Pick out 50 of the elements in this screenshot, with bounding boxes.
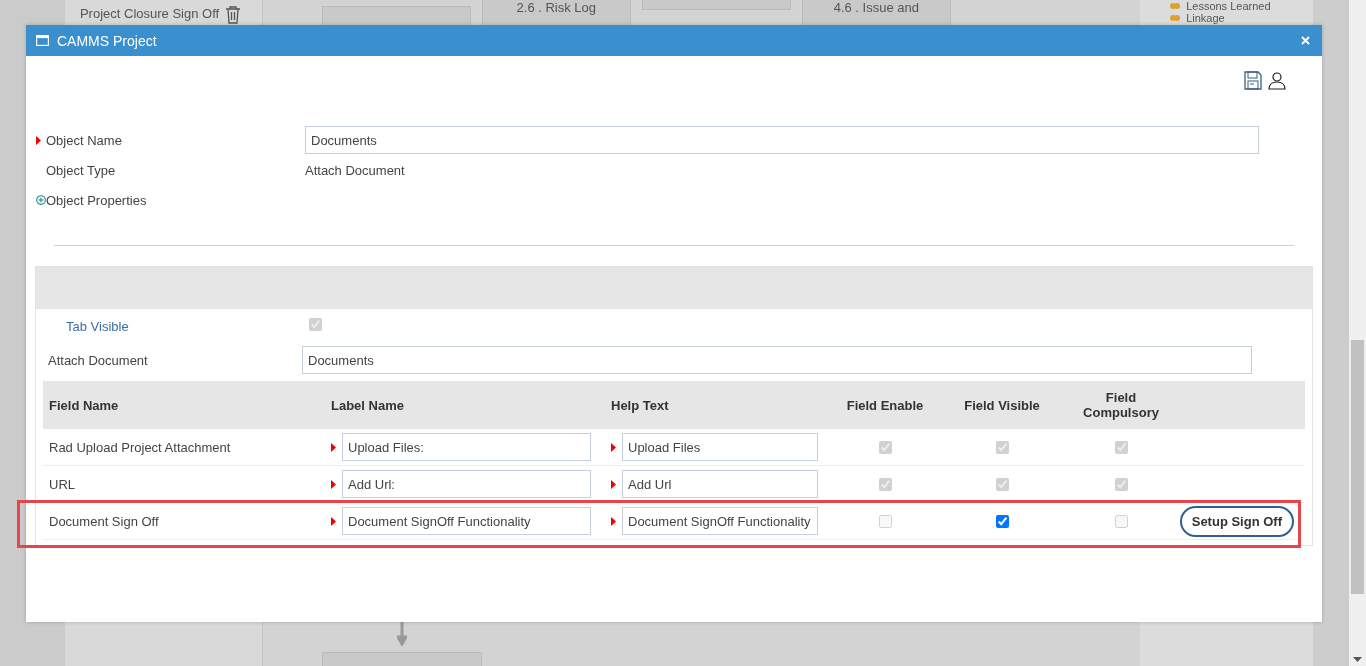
dots-icon [1170,2,1181,10]
setup-button[interactable]: Setup Sign Off [1179,505,1294,537]
column-header: Label Name [325,381,605,429]
down-arrow-icon [396,622,407,646]
process-label: 4.6 . Issue and [833,0,919,17]
required-marker-icon [611,516,616,526]
user-icon[interactable] [1268,71,1286,90]
column-header: Field Name [43,381,325,429]
scroll-down-icon[interactable] [1353,657,1362,662]
required-marker-icon [331,516,336,526]
required-marker-icon [331,442,336,452]
plus-circle-icon[interactable] [36,194,46,206]
field-label: Object Name [46,131,123,150]
scrollbar[interactable] [1349,0,1366,666]
input-field[interactable]: Document SignOff Functionality [622,507,818,535]
required-marker-icon [331,479,336,489]
save-icon[interactable] [1244,71,1262,90]
column-header: Field Compulsory [1069,381,1173,429]
required-marker-icon [611,479,616,489]
column-header: Field Enable [835,381,935,429]
table-cell: Document Sign Off [43,503,325,540]
field-label: Attach Document [48,352,149,368]
input-field[interactable]: Documents [305,126,1259,154]
input-field[interactable]: Add Url [622,470,818,498]
input-field[interactable]: Upload Files: [342,433,591,461]
sidebar-item[interactable]: Lessons Learned [1186,0,1271,12]
table-cell: Rad Upload Project Attachment [43,429,325,466]
column-header: Help Text [605,381,835,429]
window-icon [36,35,49,46]
dots-icon [1170,14,1181,22]
close-icon [1301,36,1310,45]
field-label: Tab Visible [65,318,130,334]
input-field[interactable]: Document SignOff Functionality [342,507,591,535]
input-field[interactable]: Add Url: [342,470,591,498]
input-field[interactable]: Documents [302,346,1252,374]
sidebar-item[interactable]: Linkage [1186,12,1225,24]
checkbox[interactable] [995,514,1009,528]
column-header: Field Visible [935,381,1069,429]
field-value: Attach Document [305,161,406,180]
section-toggle[interactable]: Object Properties [46,185,305,215]
sidebar-item[interactable]: Project Closure Sign Off [79,6,220,21]
table-cell: URL [43,466,325,503]
field-label: Object Type [46,161,117,180]
window-title: CAMMS Project [57,32,158,49]
process-label: 2.6 . Risk Log [516,0,597,17]
scrollbar-thumb[interactable] [1351,340,1364,594]
trash-icon[interactable] [225,6,242,24]
close-button[interactable] [1301,36,1310,45]
input-field[interactable]: Upload Files [622,433,818,461]
required-marker-icon [611,442,616,452]
